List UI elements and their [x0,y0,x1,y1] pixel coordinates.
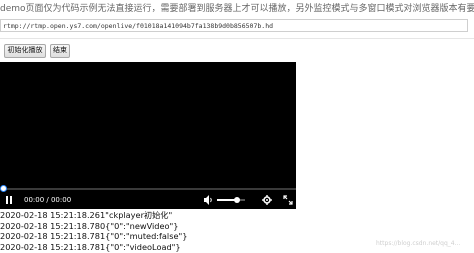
page-root: demo页面仅为代码示例无法直接运行，需要部署到服务器上才可以播放，另外监控模式… [0,0,474,253]
gear-icon[interactable] [262,194,272,206]
fullscreen-icon[interactable] [283,194,293,206]
end-button[interactable]: 结束 [50,44,70,58]
progress-bar[interactable] [0,185,296,192]
volume-icon[interactable] [204,194,213,206]
volume-knob[interactable] [234,197,241,203]
log-line: 2020-02-18 15:21:18.261"ckplayer初始化" [0,210,173,220]
video-player[interactable]: 00:00 / 00:00 [0,62,296,209]
log-line: 2020-02-18 15:21:18.780{"0":"newVideo"} [0,220,179,231]
watermark: https://blog.csdn.net/qq_4... [376,240,461,247]
init-play-button[interactable]: 初始化播放 [4,44,46,58]
progress-handle[interactable] [0,185,7,192]
time-display: 00:00 / 00:00 [24,196,72,204]
play-icon[interactable] [5,194,14,206]
divider [0,38,474,39]
volume-slider[interactable] [217,197,245,203]
stream-url-input[interactable] [0,19,468,32]
notice-text: demo页面仅为代码示例无法直接运行，需要部署到服务器上才可以播放，另外监控模式… [0,4,474,14]
